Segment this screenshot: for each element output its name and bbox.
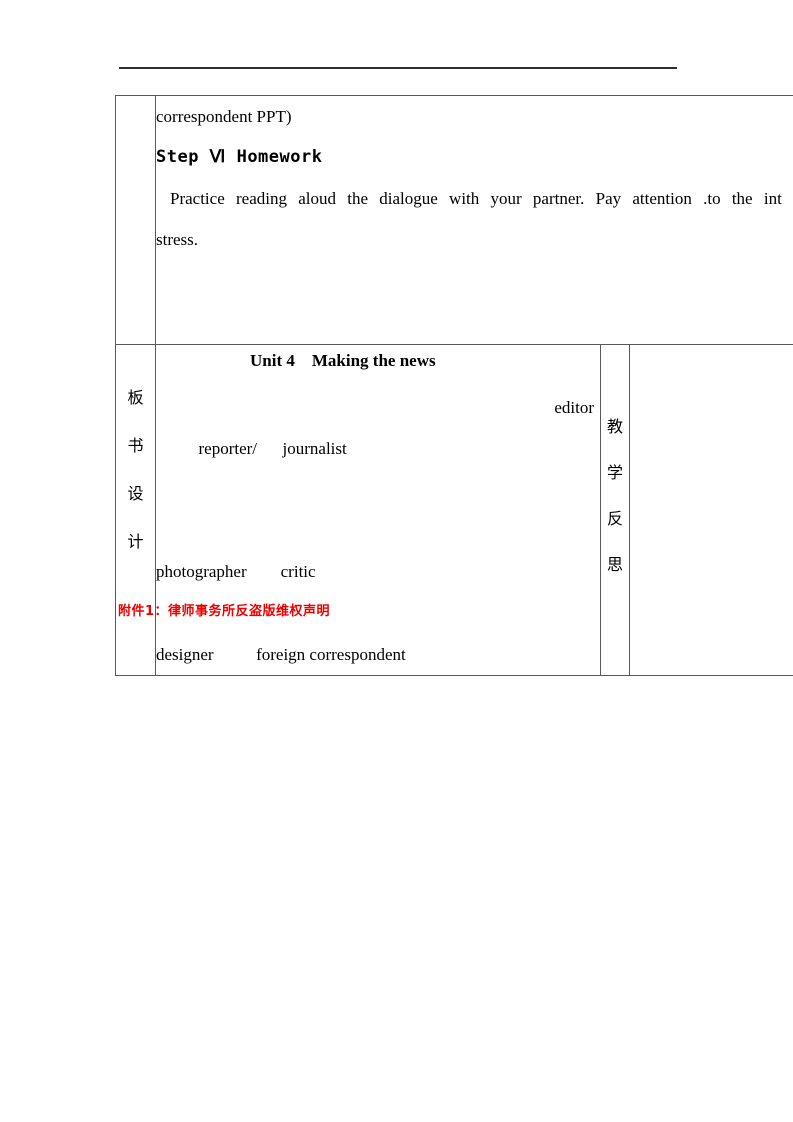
blackboard-line-3: designer foreign correspondent	[156, 645, 406, 664]
blackboard-line-1-left: reporter/ journalist	[198, 439, 347, 458]
blackboard-unit-title: Unit 4 Making the news	[250, 351, 436, 370]
blackboard-line-1: reporter/ journalist editor	[156, 387, 600, 551]
blackboard-design-row: 板 书 设 计 Unit 4 Making the news reporter/…	[115, 344, 793, 676]
homework-row-label-cell	[115, 95, 156, 345]
blackboard-design-label-cell: 板 书 设 计	[115, 344, 156, 676]
blackboard-design-content-cell: Unit 4 Making the news reporter/ journal…	[155, 344, 601, 676]
homework-heading: Step Ⅵ Homework	[156, 147, 323, 167]
blackboard-line-2: photographer critic	[156, 562, 316, 581]
vertical-char: 计	[127, 532, 144, 551]
homework-content-cell: correspondent PPT) Step Ⅵ Homework Pract…	[154, 95, 793, 345]
teaching-reflection-label-cell: 教 学 反 思	[600, 344, 630, 676]
homework-instruction-line-2: stress.	[156, 230, 199, 249]
header-divider-rule	[119, 67, 677, 69]
homework-row: correspondent PPT) Step Ⅵ Homework Pract…	[115, 95, 793, 345]
vertical-char: 书	[127, 436, 144, 455]
teaching-reflection-vertical-label: 教 学 反 思	[601, 345, 629, 573]
vertical-char: 思	[606, 555, 623, 574]
vertical-char: 教	[606, 417, 623, 436]
vertical-char: 学	[606, 463, 623, 482]
copyright-notice: 附件1：律师事务所反盗版维权声明	[118, 604, 331, 619]
teaching-reflection-content-cell	[628, 344, 793, 676]
vertical-char: 反	[606, 509, 623, 528]
vertical-char: 板	[127, 388, 144, 407]
continued-text-line: correspondent PPT)	[156, 107, 292, 126]
vertical-char: 设	[127, 484, 144, 503]
blackboard-line-1-right: editor	[554, 398, 594, 417]
homework-instruction-line-1: Practice reading aloud the dialogue with…	[170, 189, 782, 208]
blackboard-design-vertical-label: 板 书 设 计	[116, 345, 155, 550]
lesson-plan-table: correspondent PPT) Step Ⅵ Homework Pract…	[115, 95, 793, 676]
